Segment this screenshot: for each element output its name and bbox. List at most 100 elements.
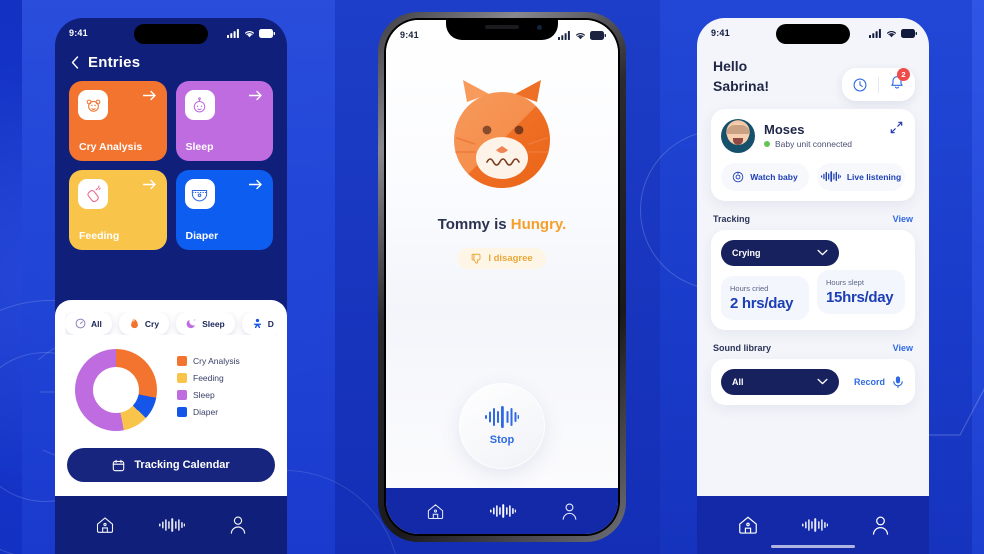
arrow-right-icon <box>142 90 156 101</box>
phone-home-screen: 9:41 Hello Sabrina! 2 Moses Baby unit co… <box>697 18 929 554</box>
person-icon[interactable] <box>561 502 578 521</box>
screenshot-stage: 9:41 Entries Cry Analysis Sleep Feeding … <box>0 0 984 554</box>
sound-library-view-link[interactable]: View <box>893 343 913 353</box>
caption-highlight: Hungry. <box>510 216 567 233</box>
stop-button[interactable]: Stop <box>459 383 545 469</box>
chip-cry[interactable]: Cry <box>118 312 170 335</box>
baby-face-icon <box>184 90 215 120</box>
cat-face-icon <box>437 72 567 207</box>
eye-camera-icon <box>733 171 744 182</box>
waveform-icon <box>820 171 841 182</box>
thumbs-down-icon <box>471 253 481 264</box>
tile-label: Feeding <box>79 230 120 242</box>
phone-listening: 9:41 Tommy is Hungry. I disagree Stop <box>378 12 626 542</box>
bottom-navigation <box>386 488 618 534</box>
notification-badge: 2 <box>897 68 910 81</box>
status-indicators <box>227 28 275 38</box>
tile-sleep[interactable]: Sleep <box>175 81 273 161</box>
sound-library-panel: All Record <box>711 358 915 405</box>
page-title: Entries <box>88 54 141 71</box>
chip-label: Sleep <box>202 318 225 329</box>
caption-prefix: Tommy is <box>437 216 511 233</box>
tile-diaper[interactable]: Diaper <box>175 170 273 250</box>
chip-label: D <box>267 318 274 329</box>
chevron-left-icon[interactable] <box>71 56 79 69</box>
baby-info-row: Moses Baby unit connected <box>721 118 905 153</box>
record-button[interactable]: Record <box>854 375 905 389</box>
section-title: Tracking <box>713 213 751 224</box>
status-indicators <box>558 30 606 40</box>
stat-hours-slept: Hours slept 15hrs/day <box>817 269 905 314</box>
legend-item: Diaper <box>177 407 240 417</box>
watch-baby-button[interactable]: Watch baby <box>721 162 809 191</box>
notification-button[interactable]: 2 <box>889 68 910 95</box>
chip-sleep[interactable]: Sleep <box>176 312 235 335</box>
mascot-caption: Tommy is Hungry. <box>386 216 618 233</box>
stat-value: 15hrs/day <box>826 288 894 306</box>
select-value: All <box>732 376 744 387</box>
legend-swatch <box>177 390 187 400</box>
stat-label: Hours cried <box>730 283 769 293</box>
stat-value: 2 hrs/day <box>730 294 794 312</box>
stat-hours-cried: Hours cried 2 hrs/day <box>721 275 809 320</box>
tracking-view-link[interactable]: View <box>893 214 913 224</box>
wifi-icon <box>576 32 585 39</box>
entries-sheet: All Cry Sleep D Cry Analysis Feeding Sle… <box>55 300 287 496</box>
waveform-icon <box>485 406 519 428</box>
waveform-icon[interactable] <box>489 502 516 520</box>
signal-icon <box>869 28 881 38</box>
notch <box>446 20 558 40</box>
record-label: Record <box>853 376 885 387</box>
arrow-right-icon <box>249 90 262 101</box>
baby-bottle-icon <box>78 179 108 209</box>
person-icon[interactable] <box>871 515 890 536</box>
chip-label: Cry <box>144 318 160 329</box>
calendar-icon <box>113 459 125 471</box>
tracking-select[interactable]: Crying <box>721 239 839 266</box>
bottom-navigation <box>697 496 929 554</box>
status-time: 9:41 <box>400 30 419 40</box>
chip-all[interactable]: All <box>65 312 112 335</box>
tile-label: Cry Analysis <box>79 141 143 153</box>
select-value: Crying <box>732 247 761 258</box>
home-icon[interactable] <box>95 515 115 535</box>
waveform-icon[interactable] <box>801 516 828 534</box>
tracking-panel: Crying Hours cried 2 hrs/day Hours slept… <box>711 229 915 330</box>
gauge-icon <box>75 318 86 329</box>
phone-home: 9:41 Hello Sabrina! 2 Moses Baby unit co… <box>697 18 929 554</box>
waveform-icon[interactable] <box>159 516 185 534</box>
baby-name: Moses <box>764 122 805 138</box>
expand-icon[interactable] <box>890 121 903 134</box>
live-listening-button[interactable]: Live listening <box>817 162 905 191</box>
tracking-calendar-button[interactable]: Tracking Calendar <box>67 448 275 482</box>
legend-item: Feeding <box>177 373 240 383</box>
chip-diaper[interactable]: D <box>241 312 277 335</box>
battery-icon <box>901 28 917 38</box>
person-icon[interactable] <box>229 515 247 535</box>
phone-inner: 9:41 Tommy is Hungry. I disagree Stop <box>384 18 620 536</box>
phone-listening-screen: 9:41 Tommy is Hungry. I disagree Stop <box>386 20 618 534</box>
disagree-button[interactable]: I disagree <box>457 248 547 269</box>
baby-status-label: Baby unit connected <box>775 139 853 150</box>
button-label: Tracking Calendar <box>134 459 230 471</box>
home-icon[interactable] <box>737 514 759 536</box>
phone-entries: 9:41 Entries Cry Analysis Sleep Feeding … <box>55 18 287 554</box>
stat-label: Hours slept <box>826 277 864 287</box>
phone-entries-screen: 9:41 Entries Cry Analysis Sleep Feeding … <box>55 18 287 554</box>
entries-header: Entries <box>55 48 287 81</box>
sound-library-section-header: Sound library View <box>713 343 913 353</box>
diaper-icon <box>184 179 215 209</box>
sound-library-select[interactable]: All <box>721 368 839 395</box>
tile-cry-analysis[interactable]: Cry Analysis <box>69 81 167 161</box>
legend-label: Sleep <box>193 390 215 400</box>
chevron-down-icon <box>817 378 828 385</box>
clock-history-icon[interactable] <box>852 77 868 93</box>
baby-status: Baby unit connected <box>764 139 852 149</box>
divider <box>878 76 879 93</box>
moon-icon <box>186 319 196 329</box>
home-icon[interactable] <box>426 502 445 521</box>
filter-chips: All Cry Sleep D <box>65 312 277 335</box>
header-actions: 2 <box>842 68 915 101</box>
tile-feeding[interactable]: Feeding <box>69 170 167 250</box>
battery-icon <box>590 30 606 40</box>
